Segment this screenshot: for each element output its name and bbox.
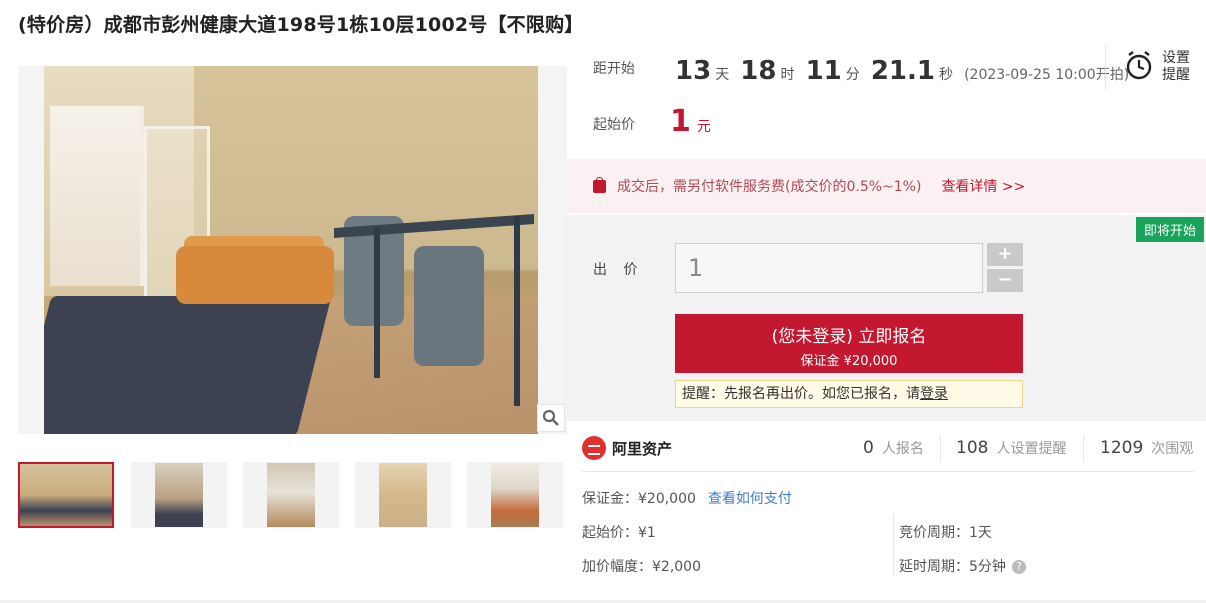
set-reminder-label: 设置提醒: [1162, 50, 1190, 83]
room-photo: [44, 66, 538, 434]
platform-brand: 阿里资产: [582, 436, 672, 460]
signup-deposit: 保证金 ¥20,000: [800, 354, 898, 369]
help-icon[interactable]: ?: [1011, 560, 1026, 574]
service-fee-notice: 成交后，需另付软件服务费(成交价的0.5%~1%) 查看详情 >>: [567, 159, 1206, 213]
delay-cycle-info: 延时周期：5分钟?: [899, 556, 1026, 576]
how-to-pay-link[interactable]: 查看如何支付: [708, 491, 792, 507]
shopping-bag-icon: [593, 176, 606, 193]
thumbnail-4[interactable]: [355, 462, 451, 528]
countdown-label: 距开始: [593, 61, 635, 77]
main-photo[interactable]: [18, 66, 567, 434]
alarm-clock-icon: [1124, 49, 1154, 85]
bid-label: 出 价: [593, 262, 644, 278]
platform-name: 阿里资产: [612, 439, 673, 458]
status-badge: 即将开始: [1135, 217, 1204, 242]
bid-panel: 即将开始 出 价 1 + − (您未登录) 立即报名 保证金 ¥20,000 提…: [567, 215, 1206, 421]
start-price: 1元: [670, 104, 711, 139]
login-link[interactable]: 登录: [920, 386, 948, 402]
ali-assets-logo: [582, 436, 606, 460]
seconds-unit: 秒: [939, 67, 953, 83]
thumbnail-3[interactable]: [243, 462, 339, 528]
thumbnail-5[interactable]: [467, 462, 563, 528]
signup-button[interactable]: (您未登录) 立即报名 保证金 ¥20,000: [675, 314, 1023, 373]
countdown-hours: 18: [740, 56, 777, 86]
increment-info: 加价幅度：¥2,000: [582, 559, 701, 575]
reminder-count-value: 108: [956, 438, 989, 458]
set-reminder-button[interactable]: 设置提醒: [1105, 44, 1205, 90]
view-count-label: 次围观: [1151, 441, 1194, 457]
thumbnail-1[interactable]: [18, 462, 114, 528]
countdown-seconds: 21.1: [870, 56, 935, 86]
start-price-label: 起始价: [593, 117, 635, 133]
decrease-bid-button[interactable]: −: [987, 269, 1023, 292]
reminder-count-label: 人设置提醒: [996, 441, 1067, 457]
deposit-text: 保证金：¥20,000: [582, 491, 696, 507]
signup-count-label: 人报名: [881, 441, 924, 457]
countdown-days: 13: [675, 56, 712, 86]
view-count: 1209 次围观: [1100, 438, 1193, 458]
login-tip: 提醒：先报名再出价。如您已报名，请登录: [675, 380, 1023, 408]
start-price-value: 1: [670, 104, 691, 139]
start-price-info: 起始价：¥1: [582, 525, 656, 541]
zoom-icon[interactable]: [537, 404, 565, 432]
delay-cycle-text: 延时周期：5分钟: [899, 559, 1006, 575]
service-fee-text: 成交后，需另付软件服务费(成交价的0.5%~1%): [617, 179, 922, 195]
deposit-info: 保证金：¥20,000 查看如何支付: [582, 488, 792, 508]
minutes-unit: 分: [845, 67, 860, 83]
signup-count-value: 0: [863, 438, 874, 458]
thumbnail-2[interactable]: [131, 462, 227, 528]
signup-label: (您未登录) 立即报名: [771, 327, 927, 347]
days-unit: 天: [715, 67, 730, 83]
start-price-unit: 元: [696, 119, 711, 135]
view-details-link[interactable]: 查看详情 >>: [941, 176, 1025, 196]
countdown-timer: 13 天 18 时 11 分 21.1 秒 (2023-09-25 10:00开拍): [675, 56, 1129, 86]
stats-bar: 阿里资产 0 人报名 108 人设置提醒 1209 次围观: [567, 432, 1206, 472]
view-count-value: 1209: [1100, 438, 1144, 458]
increase-bid-button[interactable]: +: [987, 243, 1023, 266]
bid-cycle-info: 竞价周期：1天: [899, 525, 992, 541]
countdown-minutes: 11: [805, 56, 842, 86]
signup-count: 0 人报名: [863, 438, 924, 458]
bid-amount-input[interactable]: 1: [675, 243, 983, 293]
login-tip-text: 提醒：先报名再出价。如您已报名，请: [682, 386, 920, 402]
reminder-count: 108 人设置提醒: [956, 438, 1066, 458]
thumbnail-strip: [18, 462, 567, 530]
page-title: (特价房）成都市彭州健康大道198号1栋10层1002号【不限购】: [18, 14, 584, 36]
hours-unit: 时: [780, 67, 795, 83]
